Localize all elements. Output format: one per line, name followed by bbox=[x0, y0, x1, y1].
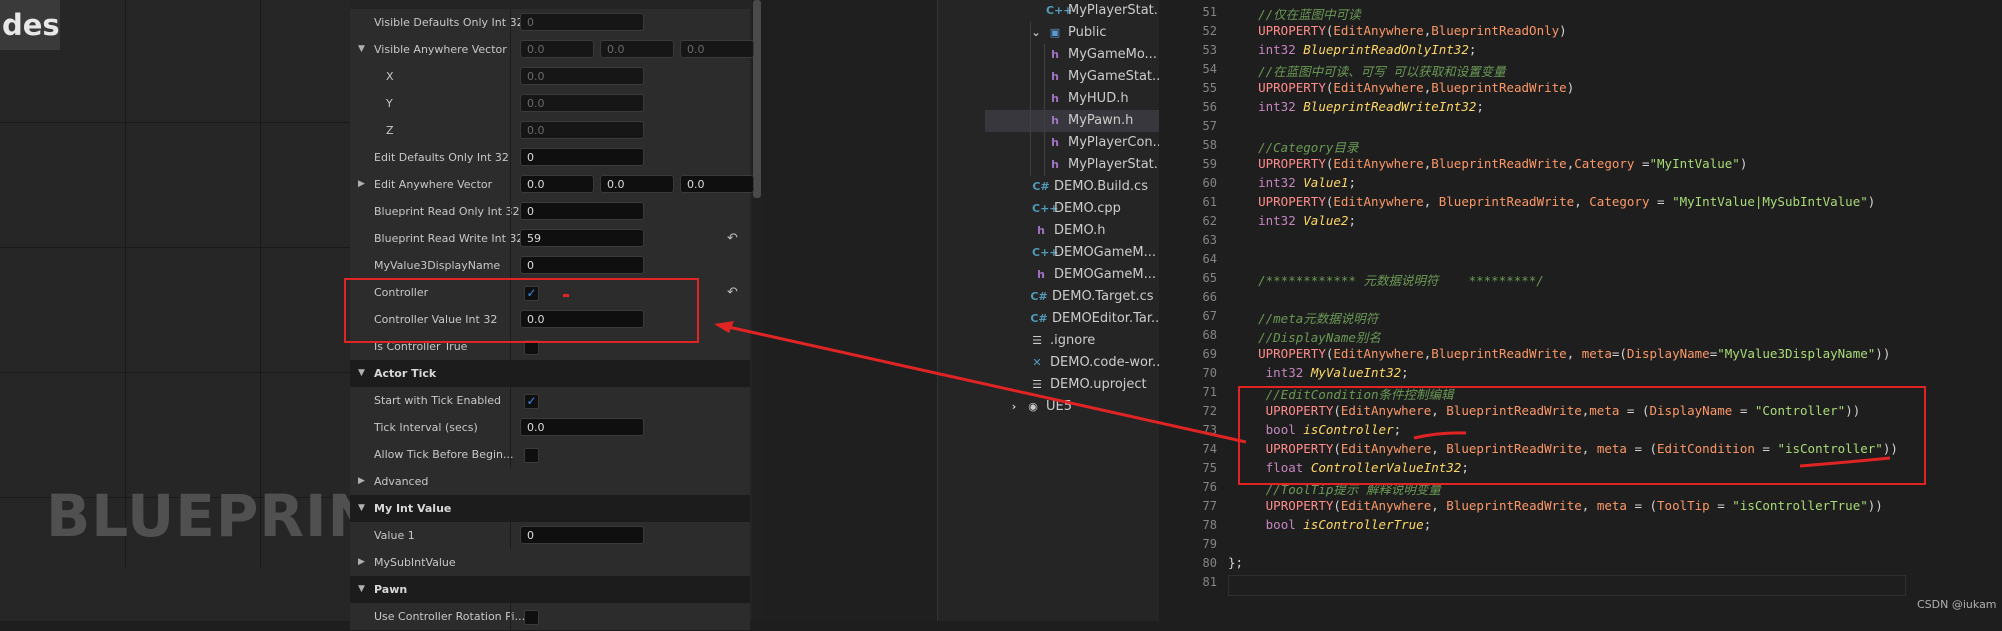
annotation-underline-iscontroller bbox=[1413, 431, 1467, 440]
annotation-underline-editcondition bbox=[1799, 456, 1891, 468]
annotation-arrow-head bbox=[714, 321, 734, 333]
annotation-dash bbox=[563, 294, 569, 297]
annotation-arrow-line bbox=[723, 324, 1247, 444]
annotation-overlay bbox=[563, 294, 1891, 468]
